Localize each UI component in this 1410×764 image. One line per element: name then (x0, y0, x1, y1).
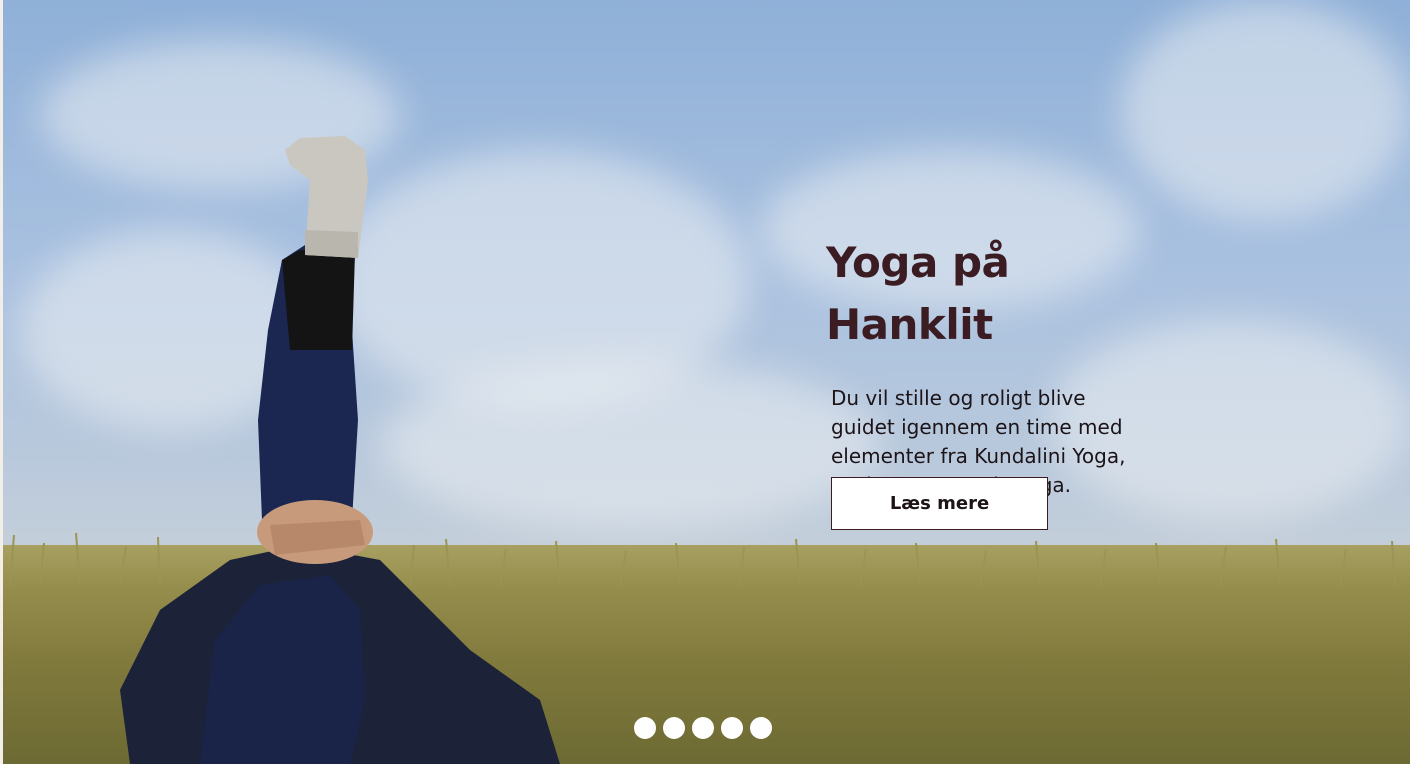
carousel-dot-5[interactable] (750, 717, 772, 739)
grass-tips (9, 532, 1396, 585)
cloud (20, 230, 320, 430)
left-edge (0, 0, 3, 764)
read-more-button[interactable]: Læs mere (831, 477, 1048, 530)
cloud (40, 40, 400, 190)
cloud (1120, 0, 1410, 220)
carousel-dot-4[interactable] (721, 717, 743, 739)
carousel-dot-1[interactable] (634, 717, 656, 739)
carousel-dot-3[interactable] (692, 717, 714, 739)
carousel-dot-2[interactable] (663, 717, 685, 739)
hero-slider: Yoga på Hanklit Du vil stille og roligt … (0, 0, 1410, 764)
slide-caption: Yoga på Hanklit Du vil stille og roligt … (826, 232, 1186, 500)
carousel-dots (634, 717, 772, 739)
slide-title: Yoga på Hanklit (826, 238, 1010, 349)
cloud (380, 360, 880, 530)
